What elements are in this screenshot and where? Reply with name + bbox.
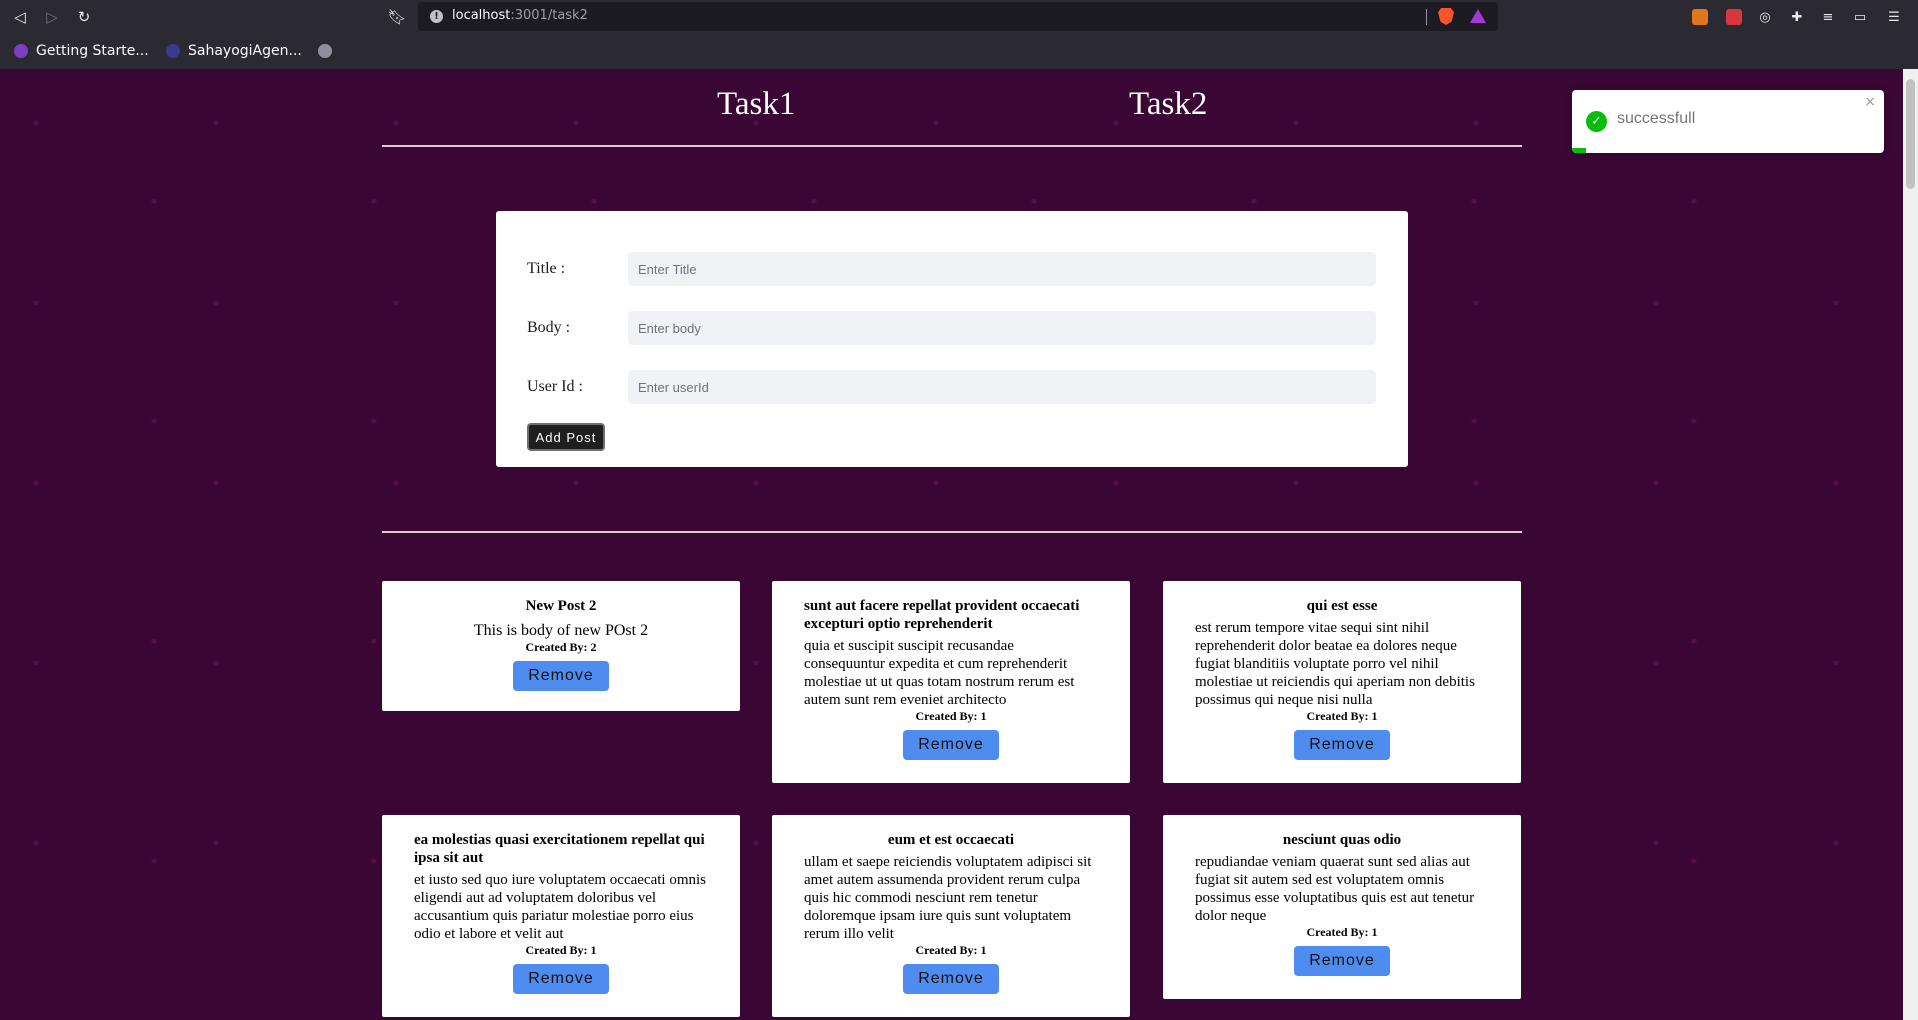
remove-button[interactable]: Remove	[903, 730, 999, 760]
site-info-icon[interactable]: !	[430, 10, 443, 23]
body-input[interactable]	[628, 311, 1376, 345]
title-input[interactable]	[628, 252, 1376, 286]
forward-icon[interactable]: ▷	[41, 6, 63, 28]
post-title: New Post 2	[525, 598, 597, 614]
success-check-icon: ✓	[1586, 111, 1607, 132]
bookmark-globe[interactable]	[318, 40, 340, 62]
brave-rewards-icon[interactable]	[1470, 9, 1486, 23]
remove-button[interactable]: Remove	[1294, 946, 1390, 976]
toast-progress-bar	[1572, 148, 1586, 153]
puzzle-extensions-icon[interactable]: ✚	[1789, 9, 1805, 25]
bookmark-favicon-icon	[14, 44, 28, 58]
post-title: sunt aut facere repellat provident occae…	[804, 598, 1080, 632]
address-bar[interactable]: ! localhost:3001/task2	[418, 2, 1498, 31]
metamask-extension-icon[interactable]	[1692, 9, 1708, 25]
globe-icon	[318, 44, 332, 58]
reload-icon[interactable]: ↻	[73, 6, 95, 28]
post-card: nesciunt quas odio repudiandae veniam qu…	[1163, 815, 1521, 999]
close-icon[interactable]: ×	[1864, 94, 1876, 110]
post-card: sunt aut facere repellat provident occae…	[772, 581, 1130, 783]
header-divider	[382, 145, 1522, 147]
post-card: New Post 2 This is body of new POst 2 Cr…	[382, 581, 740, 711]
bookmark-getting-started[interactable]: Getting Starte...	[14, 40, 149, 62]
post-title: nesciunt quas odio	[1282, 832, 1402, 848]
nav-task1-link[interactable]: Task1	[717, 86, 795, 123]
bookmark-favicon-icon	[166, 44, 180, 58]
remove-button[interactable]: Remove	[1294, 730, 1390, 760]
post-body: quia et suscipit suscipit recusandae con…	[804, 638, 1075, 708]
post-created-by: Created By: 1	[1306, 709, 1378, 723]
bookmark-sahayogi[interactable]: SahayogiAgen...	[166, 40, 302, 62]
brave-shields-icon[interactable]	[1438, 8, 1454, 25]
url-text: localhost:3001/task2	[452, 8, 588, 23]
extension-icon[interactable]	[1726, 9, 1742, 25]
menu-icon[interactable]: ☰	[1886, 9, 1902, 25]
target-extension-icon[interactable]: ◎	[1757, 9, 1773, 25]
post-created-by: Created By: 1	[1306, 925, 1378, 939]
success-toast[interactable]: ✓ successfull ×	[1572, 90, 1884, 153]
post-card: ea molestias quasi exercitationem repell…	[382, 815, 740, 1017]
body-label: Body :	[527, 319, 571, 336]
url-separator	[1426, 9, 1427, 25]
bookmark-label: SahayogiAgen...	[188, 43, 302, 59]
post-created-by: Created By: 1	[525, 943, 597, 957]
post-created-by: Created By: 1	[915, 709, 987, 723]
post-body: est rerum tempore vitae sequi sint nihil…	[1195, 620, 1475, 708]
post-body: repudiandae veniam quaerat sunt sed alia…	[1195, 854, 1475, 924]
bookmark-page-icon[interactable]: 🔖︎	[386, 6, 408, 28]
post-title: eum et est occaecati	[887, 832, 1015, 848]
bookmark-label: Getting Starte...	[36, 43, 149, 59]
form-divider	[382, 531, 1522, 533]
post-created-by: Created By: 1	[915, 943, 987, 957]
userid-label: User Id :	[527, 378, 583, 395]
add-post-form: Title : Body : User Id : Add Post	[496, 211, 1408, 467]
post-title: ea molestias quasi exercitationem repell…	[414, 832, 705, 866]
add-post-button[interactable]: Add Post	[527, 423, 605, 451]
post-card: eum et est occaecati ullam et saepe reic…	[772, 815, 1130, 1017]
nav-task2-link[interactable]: Task2	[1129, 86, 1207, 123]
remove-button[interactable]: Remove	[903, 964, 999, 994]
title-label: Title :	[527, 260, 566, 277]
scrollbar-thumb[interactable]	[1906, 79, 1915, 189]
post-body: ullam et saepe reiciendis voluptatem adi…	[804, 854, 1092, 942]
post-body: This is body of new POst 2	[473, 622, 649, 639]
back-icon[interactable]: ◁	[9, 6, 31, 28]
post-card: qui est esse est rerum tempore vitae seq…	[1163, 581, 1521, 783]
remove-button[interactable]: Remove	[513, 661, 609, 691]
userid-input[interactable]	[628, 370, 1376, 404]
post-body: et iusto sed quo iure voluptatem occaeca…	[414, 872, 707, 942]
post-title: qui est esse	[1306, 598, 1378, 614]
toast-message: successfull	[1617, 110, 1696, 127]
scrollbar[interactable]	[1903, 69, 1918, 1020]
wallet-icon[interactable]: ▭	[1852, 9, 1868, 25]
browser-toolbar: ◁ ▷ ↻ 🔖︎ ! localhost:3001/task2 ◎ ✚ ≡ ▭ …	[0, 0, 1918, 33]
remove-button[interactable]: Remove	[513, 964, 609, 994]
playlist-icon[interactable]: ≡	[1820, 9, 1836, 25]
post-created-by: Created By: 2	[525, 640, 597, 654]
